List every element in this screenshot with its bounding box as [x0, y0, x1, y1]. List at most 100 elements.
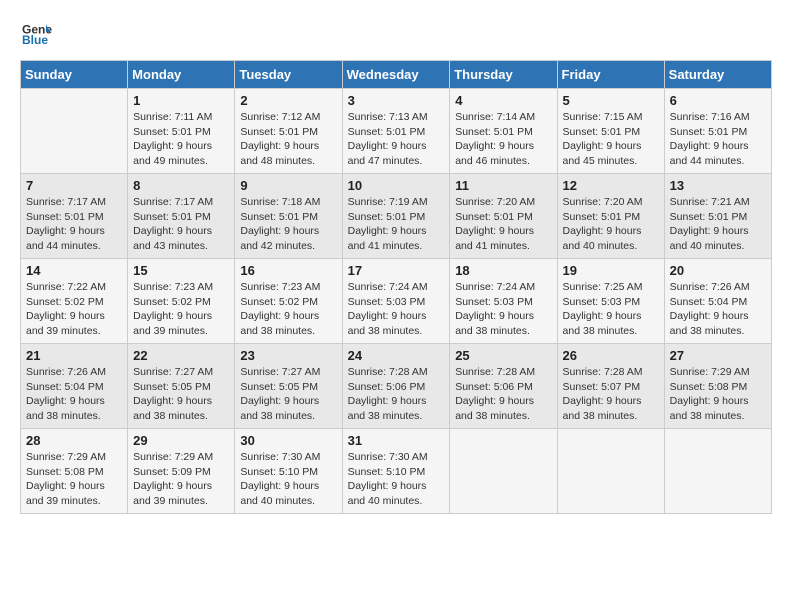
svg-text:Blue: Blue [22, 33, 48, 47]
day-info: Sunrise: 7:20 AMSunset: 5:01 PMDaylight:… [455, 195, 551, 254]
calendar-cell: 16 Sunrise: 7:23 AMSunset: 5:02 PMDayligh… [235, 259, 342, 344]
day-number: 31 [348, 433, 445, 448]
day-number: 5 [563, 93, 659, 108]
week-row-3: 14 Sunrise: 7:22 AMSunset: 5:02 PMDayligh… [21, 259, 772, 344]
calendar-cell: 19 Sunrise: 7:25 AMSunset: 5:03 PMDayligh… [557, 259, 664, 344]
day-number: 2 [240, 93, 336, 108]
logo-icon: General Blue [22, 20, 52, 50]
day-info: Sunrise: 7:25 AMSunset: 5:03 PMDaylight:… [563, 280, 659, 339]
calendar-cell: 1 Sunrise: 7:11 AMSunset: 5:01 PMDaylight… [128, 89, 235, 174]
calendar-cell: 5 Sunrise: 7:15 AMSunset: 5:01 PMDaylight… [557, 89, 664, 174]
column-header-wednesday: Wednesday [342, 61, 450, 89]
day-info: Sunrise: 7:28 AMSunset: 5:07 PMDaylight:… [563, 365, 659, 424]
column-header-tuesday: Tuesday [235, 61, 342, 89]
calendar-cell [21, 89, 128, 174]
calendar-cell: 26 Sunrise: 7:28 AMSunset: 5:07 PMDayligh… [557, 344, 664, 429]
day-number: 6 [670, 93, 766, 108]
day-info: Sunrise: 7:23 AMSunset: 5:02 PMDaylight:… [133, 280, 229, 339]
day-info: Sunrise: 7:26 AMSunset: 5:04 PMDaylight:… [670, 280, 766, 339]
day-number: 1 [133, 93, 229, 108]
calendar-cell: 27 Sunrise: 7:29 AMSunset: 5:08 PMDayligh… [664, 344, 771, 429]
day-number: 17 [348, 263, 445, 278]
calendar-cell [450, 429, 557, 514]
day-number: 24 [348, 348, 445, 363]
day-info: Sunrise: 7:13 AMSunset: 5:01 PMDaylight:… [348, 110, 445, 169]
day-number: 28 [26, 433, 122, 448]
calendar-cell: 2 Sunrise: 7:12 AMSunset: 5:01 PMDaylight… [235, 89, 342, 174]
day-number: 9 [240, 178, 336, 193]
day-info: Sunrise: 7:30 AMSunset: 5:10 PMDaylight:… [348, 450, 445, 509]
calendar-cell: 8 Sunrise: 7:17 AMSunset: 5:01 PMDaylight… [128, 174, 235, 259]
day-number: 8 [133, 178, 229, 193]
day-info: Sunrise: 7:24 AMSunset: 5:03 PMDaylight:… [348, 280, 445, 339]
calendar-header-row: SundayMondayTuesdayWednesdayThursdayFrid… [21, 61, 772, 89]
day-number: 22 [133, 348, 229, 363]
day-number: 16 [240, 263, 336, 278]
calendar-cell: 6Sunrise: 7:16 AMSunset: 5:01 PMDaylight… [664, 89, 771, 174]
day-number: 12 [563, 178, 659, 193]
week-row-4: 21 Sunrise: 7:26 AMSunset: 5:04 PMDayligh… [21, 344, 772, 429]
day-number: 21 [26, 348, 122, 363]
day-number: 13 [670, 178, 766, 193]
day-number: 14 [26, 263, 122, 278]
calendar-cell: 3 Sunrise: 7:13 AMSunset: 5:01 PMDaylight… [342, 89, 450, 174]
column-header-monday: Monday [128, 61, 235, 89]
day-number: 11 [455, 178, 551, 193]
day-info: Sunrise: 7:24 AMSunset: 5:03 PMDaylight:… [455, 280, 551, 339]
day-number: 7 [26, 178, 122, 193]
day-info: Sunrise: 7:30 AMSunset: 5:10 PMDaylight:… [240, 450, 336, 509]
day-number: 15 [133, 263, 229, 278]
day-info: Sunrise: 7:17 AMSunset: 5:01 PMDaylight:… [133, 195, 229, 254]
calendar-cell: 30Sunrise: 7:30 AMSunset: 5:10 PMDayligh… [235, 429, 342, 514]
day-info: Sunrise: 7:28 AMSunset: 5:06 PMDaylight:… [455, 365, 551, 424]
week-row-1: 1 Sunrise: 7:11 AMSunset: 5:01 PMDaylight… [21, 89, 772, 174]
day-number: 20 [670, 263, 766, 278]
column-header-thursday: Thursday [450, 61, 557, 89]
day-info: Sunrise: 7:19 AMSunset: 5:01 PMDaylight:… [348, 195, 445, 254]
day-info: Sunrise: 7:17 AMSunset: 5:01 PMDaylight:… [26, 195, 122, 254]
calendar-cell: 13 Sunrise: 7:21 AMSunset: 5:01 PMDayligh… [664, 174, 771, 259]
calendar-cell: 20 Sunrise: 7:26 AMSunset: 5:04 PMDayligh… [664, 259, 771, 344]
day-info: Sunrise: 7:11 AMSunset: 5:01 PMDaylight:… [133, 110, 229, 169]
calendar-cell: 14 Sunrise: 7:22 AMSunset: 5:02 PMDayligh… [21, 259, 128, 344]
calendar-cell: 31 Sunrise: 7:30 AMSunset: 5:10 PMDayligh… [342, 429, 450, 514]
calendar-cell: 7 Sunrise: 7:17 AMSunset: 5:01 PMDaylight… [21, 174, 128, 259]
calendar-cell [664, 429, 771, 514]
day-number: 25 [455, 348, 551, 363]
week-row-5: 28Sunrise: 7:29 AMSunset: 5:08 PMDayligh… [21, 429, 772, 514]
day-number: 23 [240, 348, 336, 363]
calendar-cell: 12 Sunrise: 7:20 AMSunset: 5:01 PMDayligh… [557, 174, 664, 259]
day-number: 3 [348, 93, 445, 108]
day-info: Sunrise: 7:28 AMSunset: 5:06 PMDaylight:… [348, 365, 445, 424]
day-number: 27 [670, 348, 766, 363]
day-info: Sunrise: 7:27 AMSunset: 5:05 PMDaylight:… [240, 365, 336, 424]
day-info: Sunrise: 7:12 AMSunset: 5:01 PMDaylight:… [240, 110, 336, 169]
day-info: Sunrise: 7:15 AMSunset: 5:01 PMDaylight:… [563, 110, 659, 169]
day-info: Sunrise: 7:18 AMSunset: 5:01 PMDaylight:… [240, 195, 336, 254]
logo: General Blue [20, 20, 52, 50]
calendar-cell: 9 Sunrise: 7:18 AMSunset: 5:01 PMDaylight… [235, 174, 342, 259]
calendar-cell: 23 Sunrise: 7:27 AMSunset: 5:05 PMDayligh… [235, 344, 342, 429]
calendar-cell: 28Sunrise: 7:29 AMSunset: 5:08 PMDayligh… [21, 429, 128, 514]
calendar-cell: 17 Sunrise: 7:24 AMSunset: 5:03 PMDayligh… [342, 259, 450, 344]
day-info: Sunrise: 7:26 AMSunset: 5:04 PMDaylight:… [26, 365, 122, 424]
day-info: Sunrise: 7:20 AMSunset: 5:01 PMDaylight:… [563, 195, 659, 254]
column-header-saturday: Saturday [664, 61, 771, 89]
day-number: 29 [133, 433, 229, 448]
calendar-cell: 22 Sunrise: 7:27 AMSunset: 5:05 PMDayligh… [128, 344, 235, 429]
column-header-friday: Friday [557, 61, 664, 89]
day-info: Sunrise: 7:21 AMSunset: 5:01 PMDaylight:… [670, 195, 766, 254]
day-number: 19 [563, 263, 659, 278]
calendar-cell: 11 Sunrise: 7:20 AMSunset: 5:01 PMDayligh… [450, 174, 557, 259]
header: General Blue [20, 20, 772, 50]
day-number: 26 [563, 348, 659, 363]
day-info: Sunrise: 7:22 AMSunset: 5:02 PMDaylight:… [26, 280, 122, 339]
calendar-cell: 15 Sunrise: 7:23 AMSunset: 5:02 PMDayligh… [128, 259, 235, 344]
calendar-cell: 21 Sunrise: 7:26 AMSunset: 5:04 PMDayligh… [21, 344, 128, 429]
day-number: 18 [455, 263, 551, 278]
day-info: Sunrise: 7:23 AMSunset: 5:02 PMDaylight:… [240, 280, 336, 339]
calendar-cell: 18 Sunrise: 7:24 AMSunset: 5:03 PMDayligh… [450, 259, 557, 344]
day-info: Sunrise: 7:27 AMSunset: 5:05 PMDaylight:… [133, 365, 229, 424]
day-number: 10 [348, 178, 445, 193]
day-info: Sunrise: 7:29 AMSunset: 5:08 PMDaylight:… [670, 365, 766, 424]
